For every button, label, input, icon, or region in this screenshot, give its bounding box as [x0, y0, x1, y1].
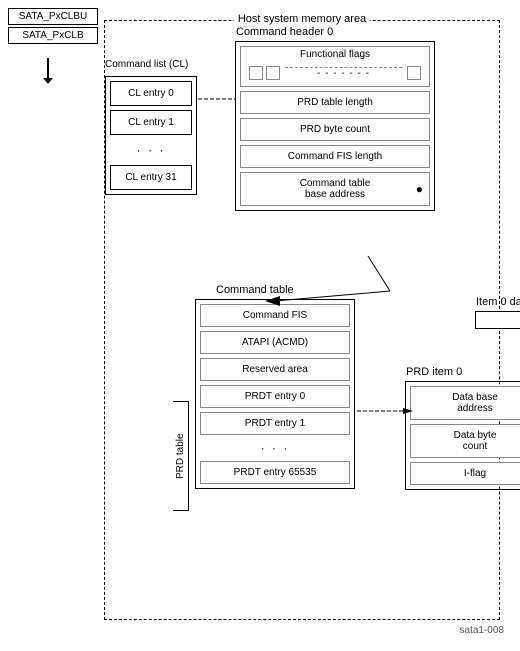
- command-fis-length: Command FIS length: [240, 145, 430, 168]
- flag-box-end: [407, 66, 421, 80]
- prd-table-label: PRD table: [173, 401, 189, 511]
- prdt-entry-0-row: PRDT entry 0: [200, 385, 350, 408]
- ct-dots: · · ·: [196, 439, 354, 457]
- command-fis-row: Command FIS: [200, 304, 350, 327]
- main-container: SATA_PxCLBU SATA_PxCLB Host system memor…: [8, 8, 508, 638]
- prdt-entry-65535-row: PRDT entry 65535: [200, 461, 350, 484]
- i-flag-row: I-flag: [410, 462, 520, 485]
- flag-box-2: [266, 66, 280, 80]
- data-byte-count-row: Data byte count: [410, 424, 520, 458]
- prd-byte-count: PRD byte count: [240, 118, 430, 141]
- flag-dots: - - - - - - -: [285, 67, 402, 79]
- watermark: sata1-008: [460, 625, 504, 636]
- cl-entry-1: CL entry 1: [110, 110, 192, 135]
- sata-pxclb-label: SATA_PxCLB: [8, 27, 98, 44]
- command-table: Command table Command FIS ATAPI (ACMD) R…: [195, 299, 355, 489]
- cl-dots: · · ·: [106, 139, 196, 161]
- cl-entry-0: CL entry 0: [110, 81, 192, 106]
- flag-box-1: [249, 66, 263, 80]
- command-list: CL entry 0 CL entry 1 · · · CL entry 31: [105, 76, 197, 195]
- bullet-dot: ●: [416, 182, 423, 196]
- command-header-label: Command header 0: [236, 26, 333, 38]
- command-table-base-address: Command table base address ●: [240, 172, 430, 206]
- sata-labels: SATA_PxCLBU SATA_PxCLB: [8, 8, 98, 46]
- item0-data-box: Item 0 data: [475, 311, 520, 329]
- reserved-area-row: Reserved area: [200, 358, 350, 381]
- host-memory-label: Host system memory area: [234, 13, 370, 25]
- prd-item-0-label: PRD item 0: [406, 366, 462, 378]
- sata-down-arrow: [47, 58, 49, 78]
- prd-item-0: PRD item 0 Data base address Data byte c…: [405, 381, 520, 490]
- data-base-address-row: Data base address: [410, 386, 520, 420]
- functional-flags-row: - - - - - - -: [245, 62, 425, 84]
- prd-table-length: PRD table length: [240, 91, 430, 114]
- atapi-row: ATAPI (ACMD): [200, 331, 350, 354]
- cl-entry-31: CL entry 31: [110, 165, 192, 190]
- sata-pxclbu-label: SATA_PxCLBU: [8, 8, 98, 25]
- item0-data-label: Item 0 data: [476, 296, 520, 308]
- functional-flags-label: Functional flags: [245, 49, 425, 62]
- command-header: Command header 0 Functional flags - - - …: [235, 41, 435, 211]
- command-table-label: Command table: [216, 284, 294, 296]
- command-list-outer-label: Command list (CL): [105, 59, 188, 70]
- host-memory-area: Host system memory area Command list (CL…: [104, 20, 500, 620]
- prdt-entry-1-row: PRDT entry 1: [200, 412, 350, 435]
